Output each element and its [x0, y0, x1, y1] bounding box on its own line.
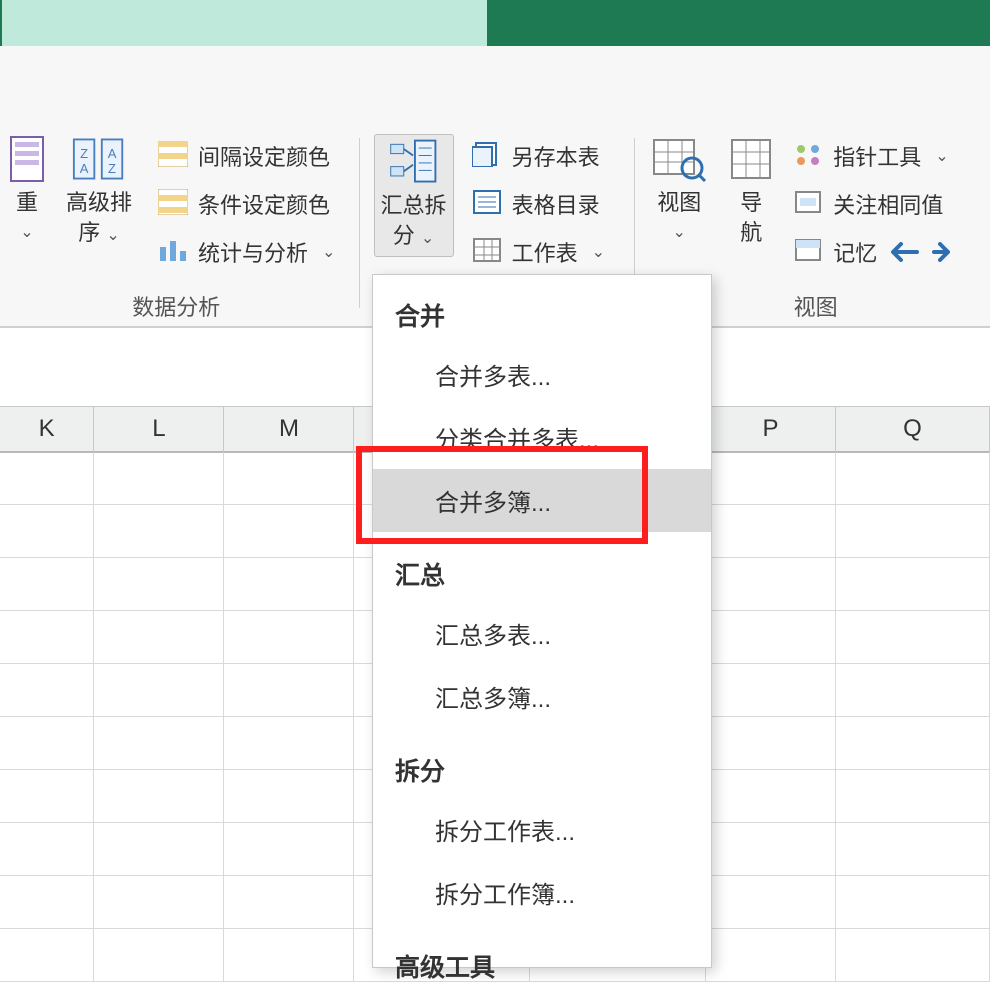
- menu-item-split-workbook[interactable]: 拆分工作簿...: [373, 861, 711, 924]
- title-bar: [0, 0, 990, 46]
- sheet-toc-button[interactable]: 表格目录: [472, 182, 605, 226]
- focus-same-button[interactable]: 关注相同值: [793, 182, 951, 226]
- group-separator: [359, 138, 360, 308]
- save-copy-button[interactable]: 另存本表: [472, 134, 605, 178]
- cond-color-label: 条件设定颜色: [198, 188, 330, 220]
- memory-label: 记忆: [833, 236, 877, 268]
- view-button-label: 视图: [657, 188, 701, 218]
- worksheet-label: 工作表: [512, 236, 578, 268]
- view-icon: [652, 134, 706, 184]
- menu-item-split-worksheet[interactable]: 拆分工作表...: [373, 798, 711, 861]
- chevron-down-icon: ⌄: [592, 242, 605, 262]
- group-data-analysis: 重 ⌄ ZAAZ 高级排 序 ⌄ 间隔设定颜色: [0, 132, 353, 326]
- dedup-label: 重: [16, 188, 38, 218]
- focus-same-label: 关注相同值: [833, 188, 943, 220]
- menu-item-summary-multibook[interactable]: 汇总多簿...: [373, 665, 711, 728]
- svg-text:Z: Z: [80, 146, 88, 161]
- menu-section-summary: 汇总: [373, 546, 711, 602]
- menu-section-split: 拆分: [373, 742, 711, 798]
- nav-icon: [724, 134, 778, 184]
- col-header[interactable]: K: [0, 407, 94, 451]
- summary-split-menu: 合并 合并多表... 分类合并多表... 合并多簿... 汇总 汇总多表... …: [372, 274, 712, 968]
- chevron-down-icon: ⌄: [673, 218, 686, 248]
- summary-split-icon: [387, 137, 441, 187]
- save-copy-icon: [472, 141, 502, 171]
- memory-button[interactable]: 记忆: [793, 230, 951, 274]
- summary-split-label-2: 分: [393, 223, 415, 248]
- dedup-icon: [0, 134, 54, 184]
- col-header[interactable]: P: [706, 407, 836, 451]
- svg-text:A: A: [80, 161, 89, 176]
- sheet-toc-label: 表格目录: [512, 188, 600, 220]
- interval-color-button[interactable]: 间隔设定颜色: [158, 134, 335, 178]
- pointer-tools-icon: [793, 141, 823, 171]
- arrow-left-icon[interactable]: [887, 241, 921, 263]
- chevron-down-icon: ⌄: [20, 218, 33, 248]
- sort-icon: ZAAZ: [72, 134, 126, 184]
- cond-color-button[interactable]: 条件设定颜色: [158, 182, 335, 226]
- advanced-sort-label-2: 序: [78, 220, 100, 245]
- group-label-data-analysis: 数据分析: [0, 290, 353, 322]
- focus-same-icon: [793, 189, 823, 219]
- cond-color-icon: [158, 189, 188, 219]
- col-header[interactable]: L: [94, 407, 224, 451]
- summary-split-button[interactable]: 汇总拆 分 ⌄: [374, 134, 454, 257]
- stats-button[interactable]: 统计与分析 ⌄: [158, 230, 335, 274]
- interval-color-label: 间隔设定颜色: [198, 140, 330, 172]
- pointer-tools-label: 指针工具: [833, 140, 921, 172]
- nav-label-1: 导: [740, 188, 762, 218]
- chevron-down-icon: ⌄: [106, 227, 119, 244]
- col-header[interactable]: M: [224, 407, 354, 451]
- stats-label: 统计与分析: [198, 236, 308, 268]
- chevron-down-icon: ⌄: [935, 146, 948, 166]
- menu-item-merge-multisheet[interactable]: 合并多表...: [373, 343, 711, 406]
- svg-text:A: A: [108, 146, 117, 161]
- advanced-sort-label-1: 高级排: [66, 188, 132, 218]
- svg-text:Z: Z: [108, 161, 116, 176]
- sheet-toc-icon: [472, 189, 502, 219]
- col-header[interactable]: Q: [836, 407, 990, 451]
- pointer-tools-button[interactable]: 指针工具 ⌄: [793, 134, 951, 178]
- menu-section-advanced: 高级工具: [373, 938, 711, 994]
- stats-icon: [158, 237, 188, 267]
- advanced-sort-button[interactable]: ZAAZ 高级排 序 ⌄: [64, 134, 134, 251]
- view-button[interactable]: 视图 ⌄: [649, 134, 709, 248]
- interval-color-icon: [158, 141, 188, 171]
- menu-item-merge-multibook[interactable]: 合并多簿...: [373, 469, 711, 532]
- arrow-right-icon[interactable]: [931, 241, 951, 263]
- chevron-down-icon: ⌄: [421, 230, 434, 247]
- chevron-down-icon: ⌄: [322, 242, 335, 262]
- nav-label-2: 航: [740, 218, 762, 248]
- dedup-button[interactable]: 重 ⌄: [8, 134, 46, 248]
- save-copy-label: 另存本表: [512, 140, 600, 172]
- memory-icon: [793, 237, 823, 267]
- menu-item-summary-multisheet[interactable]: 汇总多表...: [373, 602, 711, 665]
- summary-split-label-1: 汇总拆: [381, 191, 447, 221]
- nav-button[interactable]: 导 航: [727, 134, 775, 248]
- worksheet-icon: [472, 237, 502, 267]
- worksheet-button[interactable]: 工作表 ⌄: [472, 230, 605, 274]
- menu-section-merge: 合并: [373, 287, 711, 343]
- title-highlight: [2, 0, 487, 46]
- menu-item-merge-category[interactable]: 分类合并多表...: [373, 406, 711, 469]
